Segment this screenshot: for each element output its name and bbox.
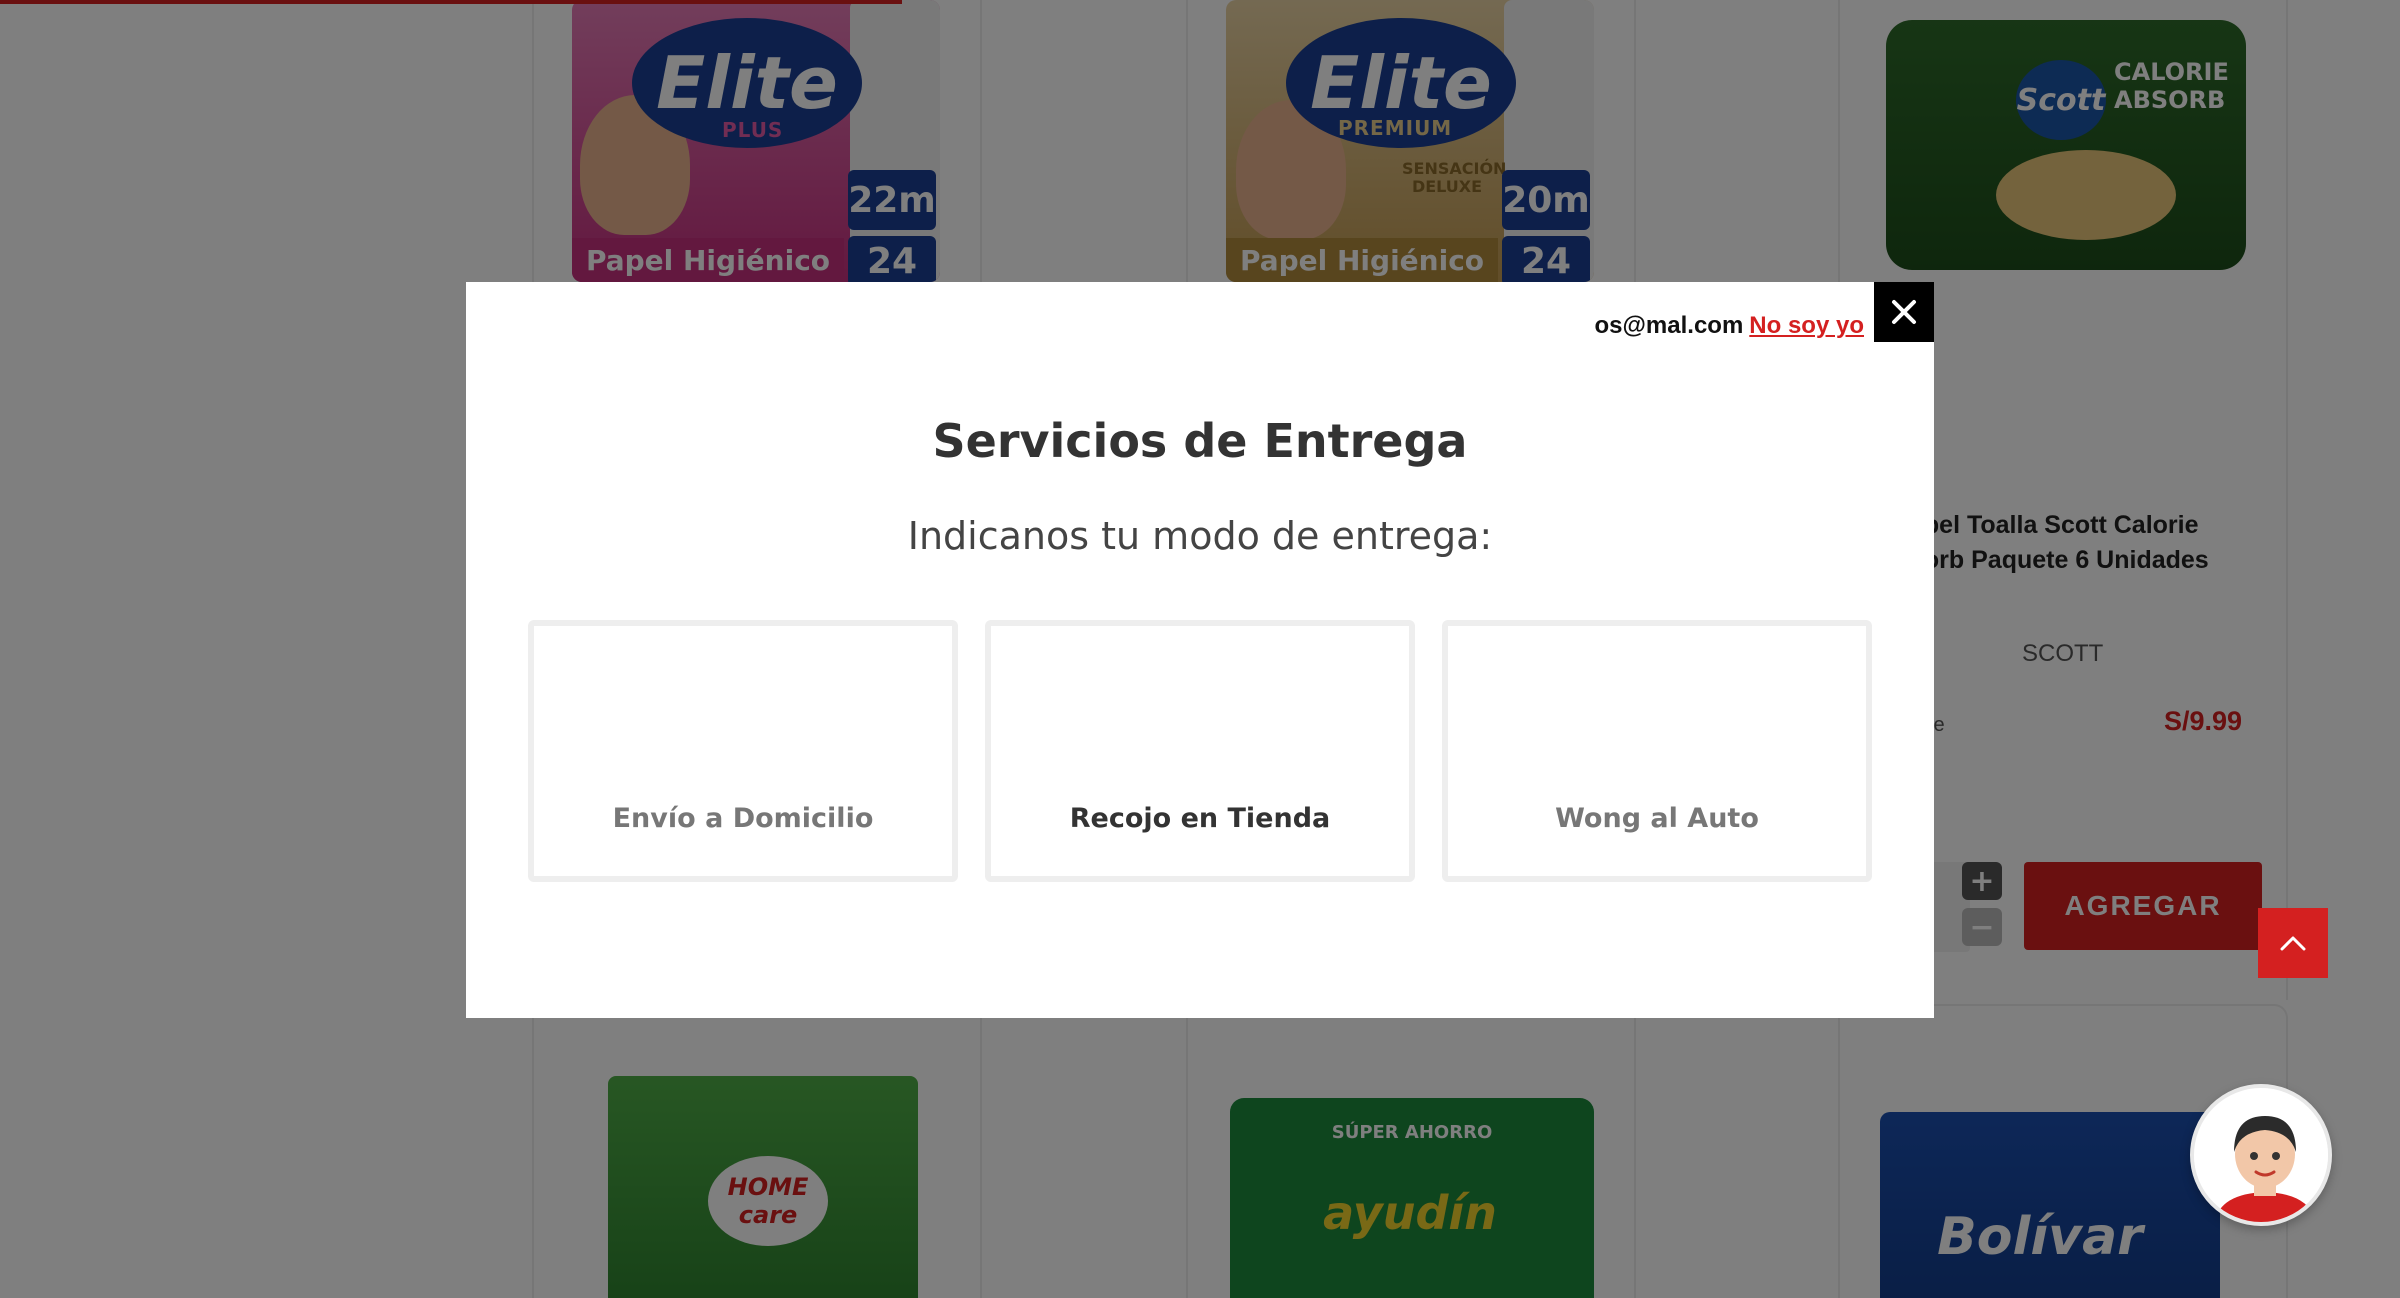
modal-title: Servicios de Entrega	[932, 414, 1468, 468]
option-label: Envío a Domicilio	[612, 803, 874, 834]
option-label: Recojo en Tienda	[1069, 803, 1331, 834]
user-email: os@mal.com	[1594, 312, 1744, 339]
modal-subtitle: Indicanos tu modo de entrega:	[907, 514, 1493, 558]
assistant-avatar-button[interactable]	[2190, 1084, 2332, 1226]
option-home-delivery[interactable]: Envío a Domicilio	[528, 620, 958, 882]
option-wong-al-auto[interactable]: Wong al Auto	[1442, 620, 1872, 882]
user-info: os@mal.com No soy yo	[1595, 312, 1864, 340]
close-modal-button[interactable]	[1874, 282, 1934, 342]
chevron-up-icon	[2280, 936, 2306, 951]
option-store-pickup[interactable]: Recojo en Tienda	[985, 620, 1415, 882]
delivery-services-modal: os@mal.com No soy yo Servicios de Entrega…	[466, 282, 1934, 1018]
option-label: Wong al Auto	[1555, 803, 1759, 834]
close-icon	[1892, 300, 1916, 324]
not-me-link[interactable]: No soy yo	[1749, 312, 1864, 339]
back-to-top-button[interactable]	[2258, 908, 2328, 978]
